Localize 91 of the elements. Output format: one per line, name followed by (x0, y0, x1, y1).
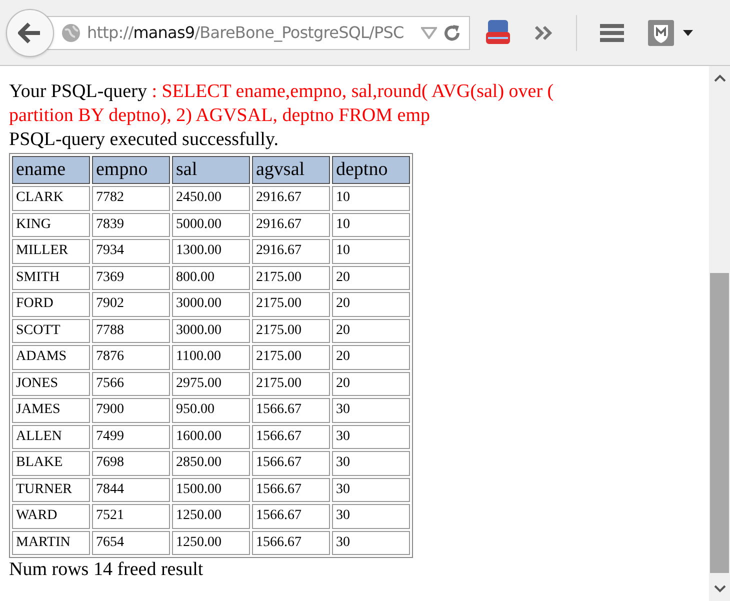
table-cell: 7499 (92, 424, 170, 449)
caret-icon[interactable] (683, 30, 693, 36)
table-cell: 3000.00 (172, 292, 250, 316)
table-cell: 1600.00 (172, 424, 250, 449)
table-cell: 2450.00 (172, 186, 250, 210)
table-cell: 20 (332, 266, 410, 290)
table-cell: 7788 (92, 318, 170, 343)
menu-icon[interactable] (599, 22, 625, 42)
table-cell: 2175.00 (252, 372, 330, 396)
column-header: deptno (332, 156, 410, 184)
back-button[interactable] (6, 8, 54, 56)
query-text: Your PSQL-query : SELECT ename,empno, sal,round( AVG(sal) over ( partition BY deptno), 2) AGVSAL, deptno FROM emp (9, 80, 555, 128)
scroll-thumb[interactable] (710, 273, 729, 573)
scroll-down-icon[interactable] (714, 585, 726, 593)
table-cell: MILLER (12, 239, 90, 264)
table-cell: 7902 (92, 292, 170, 316)
table-cell: 7698 (92, 451, 170, 476)
column-header: sal (172, 156, 250, 184)
table-cell: 7900 (92, 398, 170, 422)
table-cell: SCOTT (12, 318, 90, 343)
back-arrow-icon (18, 22, 42, 44)
reload-icon[interactable] (443, 24, 461, 42)
table-cell: 30 (332, 504, 410, 528)
table-cell: 20 (332, 345, 410, 370)
table-cell: 30 (332, 530, 410, 555)
table-cell: 30 (332, 398, 410, 422)
table-cell: 1300.00 (172, 239, 250, 264)
table-cell: JONES (12, 372, 90, 396)
table-cell: TURNER (12, 478, 90, 502)
table-cell: 2175.00 (252, 318, 330, 343)
table-cell: 7839 (92, 212, 170, 237)
table-cell: 2850.00 (172, 451, 250, 476)
shield-extension-icon[interactable] (647, 18, 675, 46)
table-cell: 1250.00 (172, 530, 250, 555)
status-message: PSQL-query executed successfully. (9, 128, 280, 152)
table-cell: BLAKE (12, 451, 90, 476)
table-cell: CLARK (12, 186, 90, 210)
column-header: empno (92, 156, 170, 184)
table-cell: 20 (332, 318, 410, 343)
table-cell: 20 (332, 292, 410, 316)
table-cell: 3000.00 (172, 318, 250, 343)
table-cell: 1500.00 (172, 478, 250, 502)
chevron-double-icon[interactable] (534, 24, 554, 40)
table-cell: 2916.67 (252, 186, 330, 210)
table-cell: 30 (332, 478, 410, 502)
table-cell: 7369 (92, 266, 170, 290)
table-cell: ALLEN (12, 424, 90, 449)
table-cell: 2175.00 (252, 292, 330, 316)
table-cell: 2916.67 (252, 239, 330, 264)
scrollbar[interactable] (709, 66, 730, 601)
table-cell: 10 (332, 239, 410, 264)
table-cell: 10 (332, 212, 410, 237)
table-cell: 1566.67 (252, 504, 330, 528)
table-cell: 7876 (92, 345, 170, 370)
table-cell: 10 (332, 186, 410, 210)
table-cell: 2916.67 (252, 212, 330, 237)
table-cell: 7654 (92, 530, 170, 555)
table-cell: 1566.67 (252, 530, 330, 555)
table-cell: 7566 (92, 372, 170, 396)
table-cell: 1566.67 (252, 478, 330, 502)
table-cell: 950.00 (172, 398, 250, 422)
table-cell: JAMES (12, 398, 90, 422)
table-cell: 5000.00 (172, 212, 250, 237)
column-header: ename (12, 156, 90, 184)
table-cell: 1566.67 (252, 451, 330, 476)
table-cell: 30 (332, 424, 410, 449)
table-cell: 30 (332, 451, 410, 476)
address-field[interactable]: http://manas9/BareBone_PostgreSQL/PSC (46, 16, 470, 50)
table-cell: SMITH (12, 266, 90, 290)
table-cell: 1250.00 (172, 504, 250, 528)
table-cell: 800.00 (172, 266, 250, 290)
table-cell: 2175.00 (252, 345, 330, 370)
table-cell: 2175.00 (252, 266, 330, 290)
table-cell: ADAMS (12, 345, 90, 370)
table-cell: 7844 (92, 478, 170, 502)
table-cell: FORD (12, 292, 90, 316)
table-cell: 7782 (92, 186, 170, 210)
table-cell: WARD (12, 504, 90, 528)
scroll-up-icon[interactable] (714, 74, 726, 82)
table-cell: 1100.00 (172, 345, 250, 370)
column-header: agvsal (252, 156, 330, 184)
table-cell: 7934 (92, 239, 170, 264)
table-cell: 7521 (92, 504, 170, 528)
footer-text: Num rows 14 freed result (9, 558, 204, 582)
url-text: http://manas9/BareBone_PostgreSQL/PSC (87, 23, 405, 42)
table-cell: 2975.00 (172, 372, 250, 396)
table-cell: KING (12, 212, 90, 237)
table-cell: 1566.67 (252, 398, 330, 422)
table-cell: 20 (332, 372, 410, 396)
table-cell: 1566.67 (252, 424, 330, 449)
table-cell: MARTIN (12, 530, 90, 555)
